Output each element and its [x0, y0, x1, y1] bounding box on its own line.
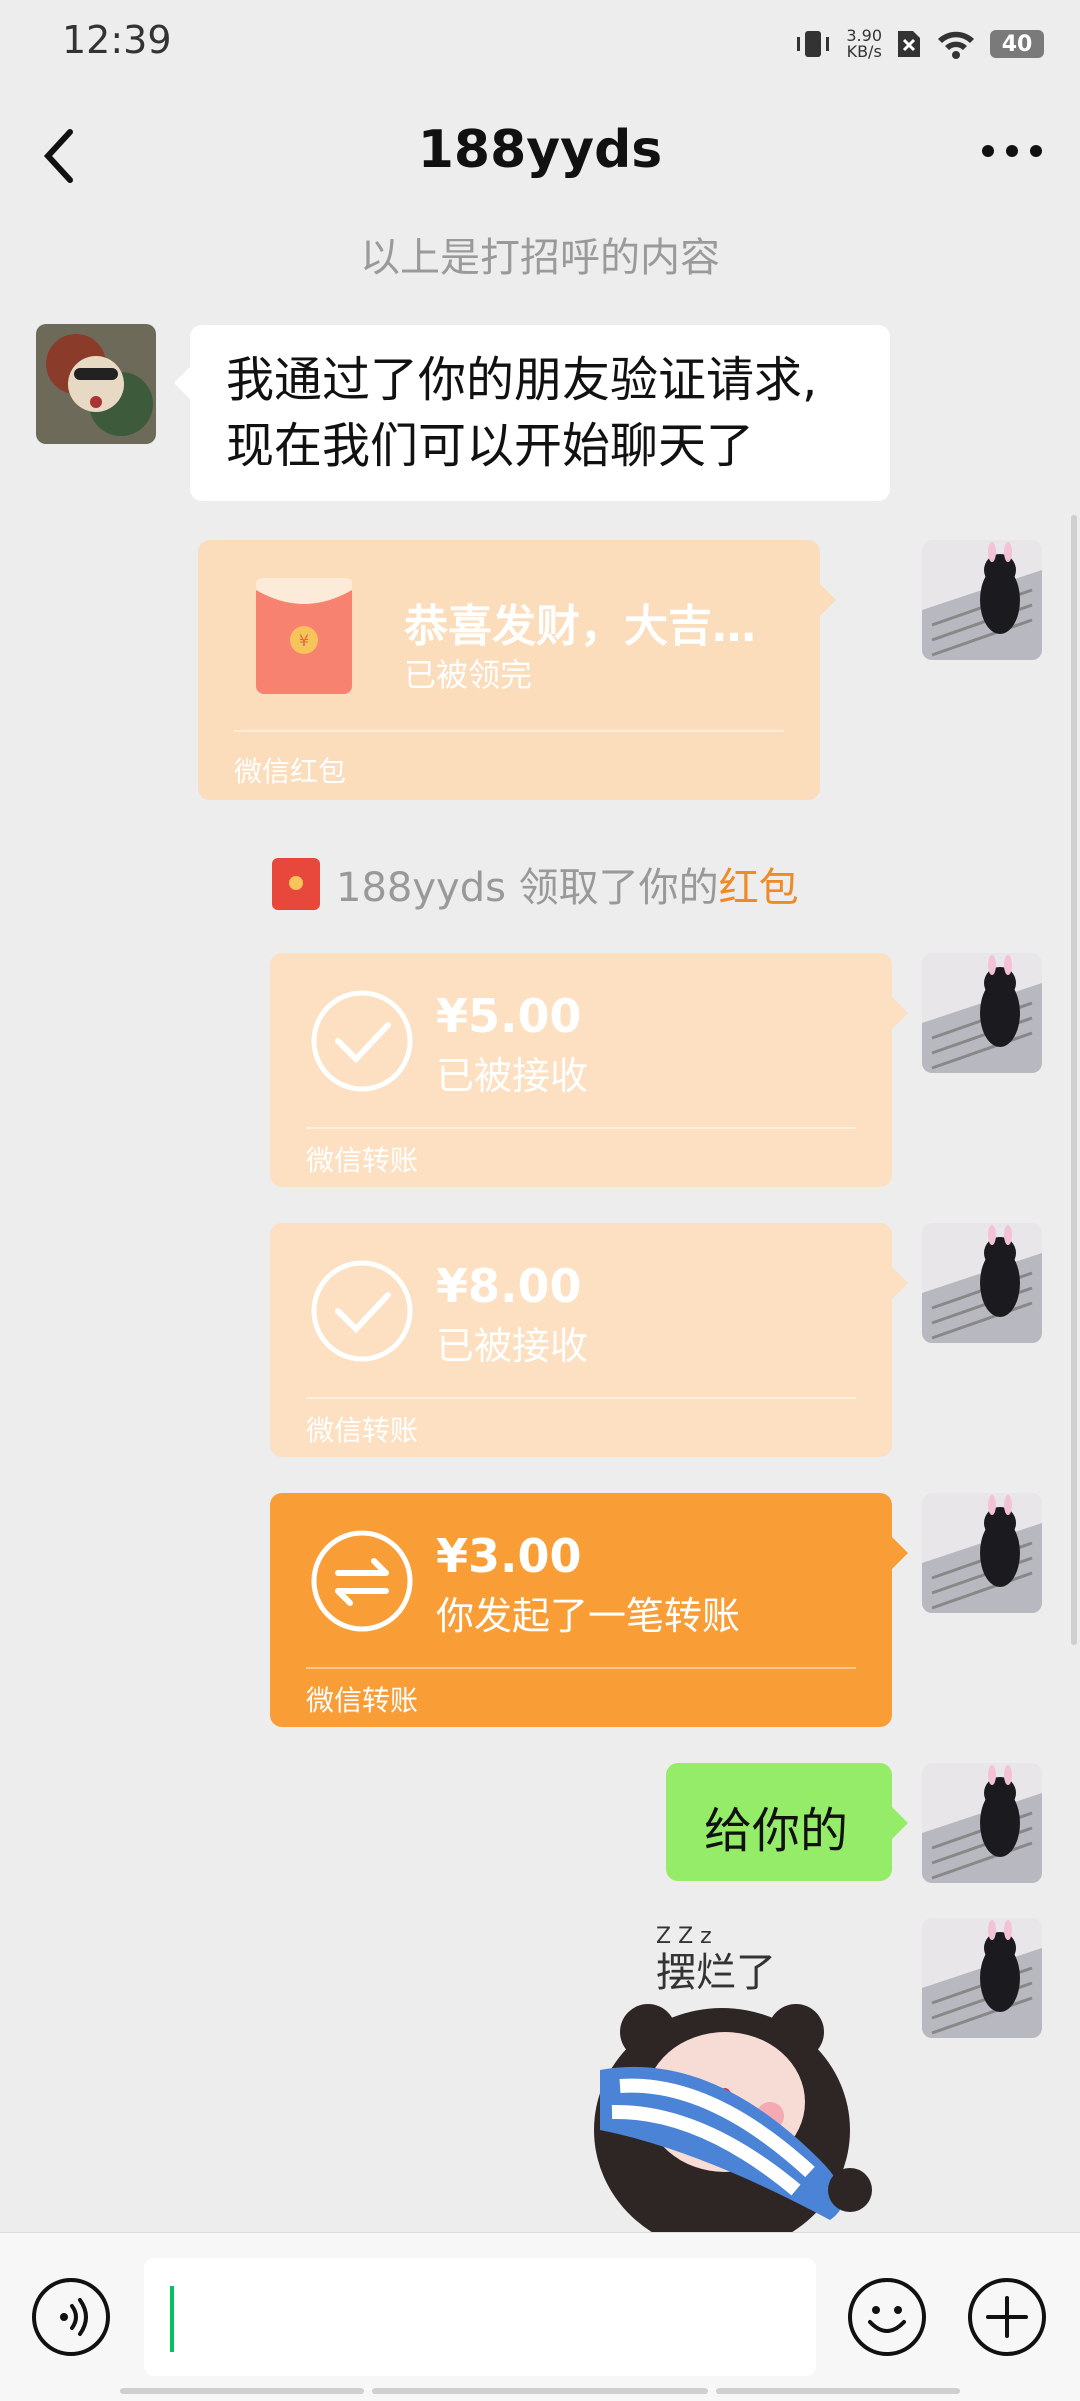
friend-text-line-2: 现在我们可以开始聊天了	[226, 418, 755, 474]
self-avatar[interactable]	[922, 1223, 1042, 1343]
red-packet-card[interactable]: ¥ 恭喜发财，大吉… 已被领完 微信红包	[198, 540, 836, 800]
transfer-card-2[interactable]: ¥8.00 已被接收 微信转账	[270, 1223, 908, 1457]
transfer-status: 你发起了一笔转账	[436, 1594, 741, 1638]
self-avatar[interactable]	[922, 953, 1042, 1073]
red-packet-icon: ¥	[256, 578, 352, 694]
notice-link[interactable]: 红包	[719, 855, 799, 913]
text-cursor	[170, 2286, 174, 2352]
system-message: 以上是打招呼的内容	[360, 235, 720, 281]
red-packet-title: 恭喜发财，大吉…	[404, 601, 756, 652]
wifi-icon	[938, 31, 974, 59]
transfer-card-1[interactable]: ¥5.00 已被接收 微信转账	[270, 953, 908, 1187]
transfer-arrows-icon	[311, 1530, 413, 1632]
check-circle-icon	[311, 1260, 413, 1362]
red-packet-mini-icon	[272, 858, 320, 910]
friend-text-line-1: 我通过了你的朋友验证请求,	[226, 352, 818, 408]
transfer-status: 已被接收	[436, 1324, 589, 1368]
transfer-card-3[interactable]: ¥3.00 你发起了一笔转账 微信转账	[270, 1493, 908, 1727]
svg-text:¥: ¥	[299, 631, 309, 650]
self-avatar[interactable]	[922, 1493, 1042, 1613]
transfer-amount: ¥5.00	[436, 989, 582, 1043]
transfer-amount: ¥8.00	[436, 1259, 582, 1313]
battery-indicator: 40	[990, 30, 1044, 58]
self-text: 给你的	[704, 1803, 849, 1859]
voice-icon[interactable]	[32, 2278, 110, 2356]
friend-text-bubble[interactable]: 我通过了你的朋友验证请求, 现在我们可以开始聊天了	[174, 325, 890, 501]
transfer-footer: 微信转账	[306, 1684, 419, 1717]
bottom-indicator	[120, 2388, 364, 2394]
sticker-character	[594, 2004, 872, 2232]
self-avatar[interactable]	[922, 1763, 1042, 1883]
transfer-amount: ¥3.00	[436, 1529, 582, 1583]
bottom-indicator	[372, 2388, 708, 2394]
message-input[interactable]	[144, 2258, 816, 2376]
self-text-bubble[interactable]: 给你的	[666, 1763, 908, 1881]
status-time: 12:39	[62, 18, 172, 62]
sticker-message[interactable]: 摆烂了 Z Z z	[560, 1920, 900, 2232]
status-icons: 3.90 KB/s 40	[794, 20, 1044, 68]
self-avatar[interactable]	[922, 540, 1042, 660]
red-packet-notice: 188yyds 领取了你的 红包	[272, 855, 799, 913]
divider	[234, 730, 784, 732]
transfer-footer: 微信转账	[306, 1144, 419, 1177]
divider	[306, 1397, 856, 1399]
bottom-indicator	[716, 2388, 960, 2394]
check-circle-icon	[311, 990, 413, 1092]
notice-text: 188yyds 领取了你的	[336, 865, 719, 911]
vibrate-icon	[797, 31, 830, 57]
red-packet-footer: 微信红包	[234, 755, 347, 788]
emoji-icon[interactable]	[848, 2278, 926, 2356]
friend-avatar[interactable]	[36, 324, 156, 444]
network-speed: 3.90 KB/s	[846, 28, 882, 60]
red-packet-status: 已被领完	[404, 656, 533, 694]
divider	[306, 1667, 856, 1669]
divider	[306, 1127, 856, 1129]
plus-icon[interactable]	[968, 2278, 1046, 2356]
sticker-zzz: Z Z z	[656, 1924, 712, 1949]
chat-title: 188yyds	[417, 120, 663, 180]
no-sim-icon	[898, 31, 920, 57]
scrollbar[interactable]	[1071, 515, 1077, 1645]
transfer-footer: 微信转账	[306, 1414, 419, 1447]
transfer-status: 已被接收	[436, 1054, 589, 1098]
self-avatar[interactable]	[922, 1918, 1042, 2038]
speed-unit: KB/s	[846, 42, 882, 61]
more-dots-icon[interactable]	[982, 144, 1042, 158]
